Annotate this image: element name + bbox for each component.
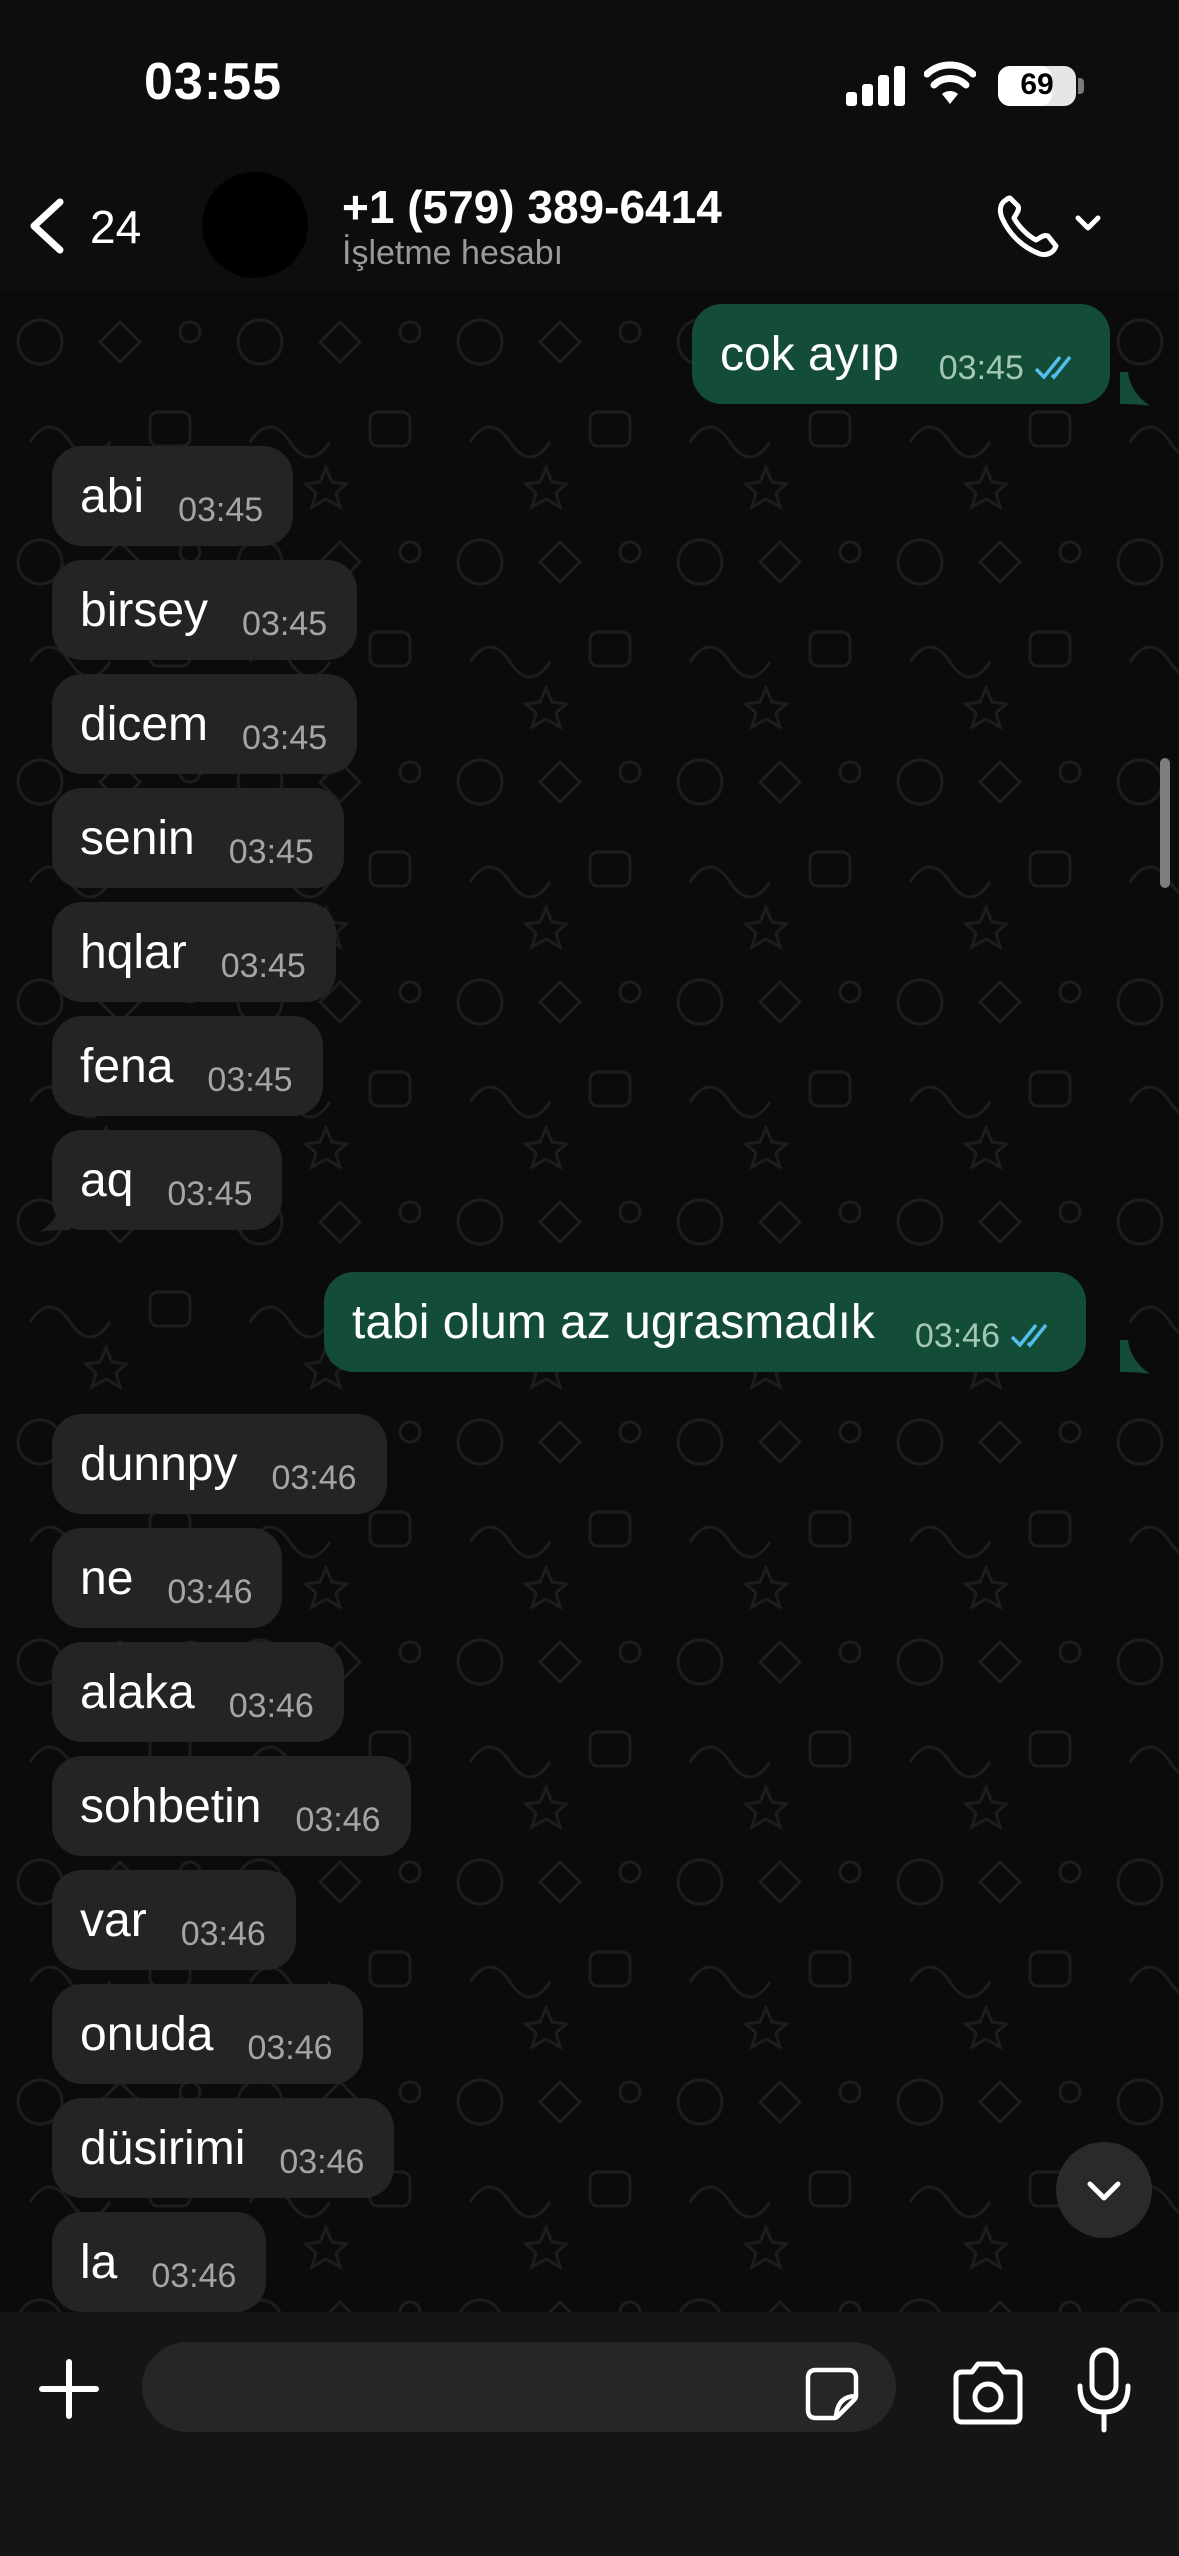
status-time: 03:55 — [144, 53, 282, 111]
sticker-icon[interactable] — [802, 2364, 862, 2424]
incoming-message[interactable]: senin 03:45 — [52, 788, 344, 888]
incoming-message[interactable]: birsey 03:45 — [52, 560, 358, 660]
message-text: dunnpy — [80, 1437, 238, 1491]
message-list[interactable]: cok ayıp 03:45 abi 03:45 birsey 03:45 dice… — [0, 292, 1179, 2312]
message-text: tabi olum az ugrasmadık — [352, 1295, 875, 1349]
wifi-icon — [924, 61, 976, 104]
message-input[interactable] — [142, 2342, 896, 2432]
message-time: 03:46 — [279, 2142, 365, 2181]
incoming-message[interactable]: var 03:46 — [52, 1870, 296, 1970]
chevron-down-icon — [1087, 2181, 1121, 2201]
scroll-to-bottom-button[interactable] — [1056, 2142, 1152, 2238]
contact-subtitle[interactable]: İşletme hesabı — [342, 234, 563, 273]
cellular-signal-icon — [846, 64, 906, 106]
outgoing-message[interactable]: tabi olum az ugrasmadık 03:46 — [324, 1272, 1087, 1372]
read-receipt-icon — [1010, 1323, 1048, 1348]
incoming-message[interactable]: dunnpy 03:46 — [52, 1414, 387, 1514]
incoming-message[interactable]: ne 03:46 — [52, 1528, 283, 1628]
message-time: 03:45 — [207, 1060, 293, 1099]
composer-bar — [0, 2312, 1179, 2556]
status-bar: 03:55 69 — [0, 0, 1179, 160]
bubble-tail — [1120, 1340, 1150, 1374]
message-time: 03:46 — [295, 1800, 381, 1839]
incoming-message[interactable]: dicem 03:45 — [52, 674, 358, 774]
message-time: 03:45 — [242, 718, 328, 757]
microphone-icon[interactable] — [1074, 2346, 1134, 2436]
unread-chats-count[interactable]: 24 — [90, 200, 141, 254]
camera-icon[interactable] — [948, 2360, 1028, 2426]
avatar[interactable] — [202, 172, 308, 278]
message-text: la — [80, 2235, 118, 2289]
message-text: abi — [80, 469, 145, 523]
bubble-tail — [40, 1198, 70, 1232]
chevron-left-icon[interactable] — [20, 194, 80, 258]
incoming-message[interactable]: aq 03:45 — [52, 1130, 283, 1230]
battery-indicator: 69 — [998, 66, 1076, 106]
incoming-message[interactable]: düsirimi 03:46 — [52, 2098, 395, 2198]
message-time: 03:45 — [228, 832, 314, 871]
phone-icon[interactable] — [994, 190, 1114, 260]
message-text: senin — [80, 811, 195, 865]
incoming-message[interactable]: onuda 03:46 — [52, 1984, 363, 2084]
chevron-down-icon — [1075, 215, 1101, 231]
message-text: ne — [80, 1551, 134, 1605]
message-time: 03:45 — [178, 490, 264, 529]
message-time: 03:45 — [220, 946, 306, 985]
message-time: 03:46 — [151, 2256, 237, 2295]
message-text: cok ayıp — [720, 327, 899, 381]
battery-tip — [1078, 78, 1084, 94]
read-receipt-icon — [1034, 355, 1072, 380]
incoming-message[interactable]: abi 03:45 — [52, 446, 294, 546]
plus-icon[interactable] — [36, 2356, 102, 2422]
scrollbar[interactable] — [1160, 758, 1170, 888]
outgoing-message[interactable]: cok ayıp 03:45 — [692, 304, 1110, 404]
message-text: hqlar — [80, 925, 187, 979]
battery-percent: 69 — [1020, 68, 1054, 101]
message-time: 03:46 — [271, 1458, 357, 1497]
message-text: sohbetin — [80, 1779, 262, 1833]
message-time: 03:45 — [938, 348, 1024, 387]
message-text: düsirimi — [80, 2121, 246, 2175]
message-text: fena — [80, 1039, 174, 1093]
bubble-tail — [1120, 372, 1150, 406]
message-text: var — [80, 1893, 147, 1947]
incoming-message[interactable]: sohbetin 03:46 — [52, 1756, 411, 1856]
message-time: 03:45 — [167, 1174, 253, 1213]
message-time: 03:46 — [247, 2028, 333, 2067]
message-time: 03:46 — [167, 1572, 253, 1611]
incoming-message[interactable]: fena 03:45 — [52, 1016, 323, 1116]
contact-name[interactable]: +1 (579) 389-6414 — [342, 180, 722, 234]
message-time: 03:45 — [242, 604, 328, 643]
message-text: birsey — [80, 583, 209, 637]
message-time: 03:46 — [228, 1686, 314, 1725]
incoming-message[interactable]: hqlar 03:45 — [52, 902, 336, 1002]
incoming-message[interactable]: alaka 03:46 — [52, 1642, 344, 1742]
chat-header: 24 +1 (579) 389-6414 İşletme hesabı — [0, 160, 1179, 292]
message-time: 03:46 — [180, 1914, 266, 1953]
message-text: dicem — [80, 697, 209, 751]
message-text: onuda — [80, 2007, 214, 2061]
message-time: 03:46 — [914, 1316, 1001, 1355]
incoming-message[interactable]: la 03:46 — [52, 2212, 267, 2312]
message-text: alaka — [80, 1665, 195, 1719]
